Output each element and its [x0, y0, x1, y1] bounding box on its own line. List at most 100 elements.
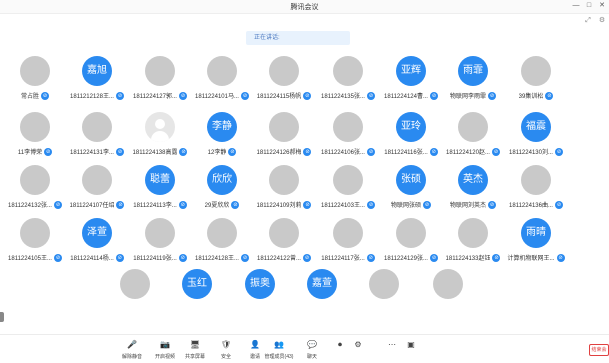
avatar: [269, 112, 299, 142]
avatar: [145, 56, 175, 86]
participant-tile[interactable]: 1811224115杨帆 ⊘: [253, 56, 315, 112]
participant-label: 物联网刘英杰 ⊘: [440, 200, 506, 209]
participant-tile[interactable]: 英杰 物联网刘英杰 ⊘: [442, 165, 504, 221]
toolbar-label: 聊天: [306, 354, 317, 360]
chat-button[interactable]: 💬 聊天: [297, 340, 327, 360]
participant-name: 39集训松: [518, 94, 544, 100]
participant-tile[interactable]: 1811224117张... ⊘: [317, 218, 379, 274]
participant-tile[interactable]: 1811224135张... ⊘: [317, 56, 379, 112]
layout-button[interactable]: ▣: [396, 340, 426, 350]
participant-tile[interactable]: 亚玲 1811224116张... ⊘: [380, 112, 442, 168]
participant-name: 1811224105王...: [8, 256, 52, 262]
mic-muted-icon: ⊘: [488, 200, 496, 209]
participant-tile[interactable]: 雨霏 物联网李雨霏 ⊘: [442, 56, 504, 112]
participant-tile[interactable]: 李静 12李静 ⊘: [191, 112, 253, 168]
fullscreen-icon[interactable]: ⤢: [583, 16, 593, 26]
speaking-indicator: 正在讲话:: [246, 31, 350, 45]
participant-tile[interactable]: 1811224128王... ⊘: [191, 218, 253, 274]
participant-tile[interactable]: 1811224119张... ⊘: [129, 218, 191, 274]
participant-name: 1811224103王...: [321, 203, 365, 209]
participant-name: 常占胜: [20, 94, 39, 100]
participant-tile[interactable]: 1811224138高露 ⊘: [129, 112, 191, 168]
participant-tile[interactable]: 1811224106张... ⊘: [317, 112, 379, 168]
maximize-button[interactable]: □: [584, 1, 594, 11]
participant-tile[interactable]: [104, 269, 166, 325]
participant-tile[interactable]: 1811224131李... ⊘: [66, 112, 128, 168]
participant-tile[interactable]: 福震 1811224130刘... ⊘: [505, 112, 567, 168]
settings-button[interactable]: ⚙: [343, 340, 373, 350]
mic-muted-icon: ⊘: [366, 200, 375, 209]
participant-tile[interactable]: 11李博荣 ⊘: [4, 112, 66, 168]
unmute-button[interactable]: 🎤 解除静音: [117, 340, 147, 360]
mic-muted-icon: ⊘: [44, 147, 53, 156]
mic-muted-icon: ⊘: [115, 253, 124, 262]
avatar: [521, 56, 551, 86]
participant-label: 1811224129张... ⊘: [378, 253, 444, 262]
mic-muted-icon: ⊘: [492, 253, 501, 262]
security-button[interactable]: 🛡 安全: [211, 340, 241, 360]
participant-label: 29夏欣欣 ⊘: [189, 200, 255, 209]
invite-icon: 👤: [250, 340, 260, 349]
mic-muted-icon: ⊘: [53, 253, 62, 262]
avatar: [20, 112, 50, 142]
participant-tile[interactable]: 欣欣 29夏欣欣 ⊘: [191, 165, 253, 221]
mic-muted-icon: ⊘: [178, 253, 187, 262]
minimize-button[interactable]: —: [571, 1, 581, 11]
participant-tile[interactable]: 振奥: [229, 269, 291, 325]
participant-tile[interactable]: 1811224129张... ⊘: [380, 218, 442, 274]
participant-tile[interactable]: 泽萱 1811224114杨... ⊘: [66, 218, 128, 274]
participant-tile[interactable]: 1811224109刘莉 ⊘: [253, 165, 315, 221]
avatar: [269, 165, 299, 195]
participant-label: 1811224138高露 ⊘: [127, 147, 193, 156]
avatar: [145, 218, 175, 248]
mic-muted-icon: ⊘: [303, 200, 312, 209]
mic-muted-icon: ⊘: [179, 147, 188, 156]
participant-tile[interactable]: 1811224133赵钰 ⊘: [442, 218, 504, 274]
participant-name: 1811224129张...: [384, 256, 428, 262]
participant-tile[interactable]: 常占胜 ⊘: [4, 56, 66, 112]
participant-label: 1811224107任绍 ⊘: [64, 200, 130, 209]
end-meeting-button[interactable]: 结束会议: [589, 344, 609, 356]
toolbar-label: 共享屏幕: [184, 354, 205, 360]
mic-muted-icon: ⊘: [178, 91, 187, 100]
participant-name: 1811224119张...: [133, 256, 177, 262]
participant-tile[interactable]: 亚辉 1811224124曹... ⊘: [380, 56, 442, 112]
participant-tile[interactable]: 39集训松 ⊘: [505, 56, 567, 112]
participant-tile[interactable]: 1811224126郝梅 ⊘: [253, 112, 315, 168]
participant-tile[interactable]: 1811224122曾... ⊘: [253, 218, 315, 274]
layout-icon: ▣: [407, 340, 415, 349]
participant-name: 1811224127郭...: [133, 94, 177, 100]
participant-tile[interactable]: 雨晴 计算机物联网王... ⊘: [505, 218, 567, 274]
participant-tile[interactable]: 1811224107任绍 ⊘: [66, 165, 128, 221]
side-panel-handle[interactable]: [0, 312, 4, 322]
close-button[interactable]: ✕: [597, 1, 607, 11]
share-screen-button[interactable]: 🖥 共享屏幕: [180, 340, 210, 360]
participant-tile[interactable]: 1811224127郭... ⊘: [129, 56, 191, 112]
participant-tile[interactable]: 1811224120赵... ⊘: [442, 112, 504, 168]
participant-tile[interactable]: 玉红: [166, 269, 228, 325]
participant-tile[interactable]: 1811224103王... ⊘: [317, 165, 379, 221]
participant-tile[interactable]: [353, 269, 415, 325]
participant-tile[interactable]: 聪蕾 1811224113李... ⊘: [129, 165, 191, 221]
participant-tile[interactable]: 张硕 物联网张硕 ⊘: [380, 165, 442, 221]
participant-name: 11李博荣: [17, 150, 43, 156]
participant-label: 计算机物联网王... ⊘: [503, 253, 569, 262]
participant-tile[interactable]: 1811224136曲... ⊘: [505, 165, 567, 221]
participant-tile[interactable]: 1811224101马... ⊘: [191, 56, 253, 112]
participant-name: 1811224132张...: [8, 203, 52, 209]
participant-label: 1811224113李... ⊘: [127, 200, 193, 209]
participant-name: 1811224117张...: [321, 256, 365, 262]
participant-tile[interactable]: 嘉旭 1811212128王... ⊘: [66, 56, 128, 112]
gear-icon[interactable]: ⚙: [597, 16, 607, 26]
participant-tile[interactable]: 1811224132张... ⊘: [4, 165, 66, 221]
shield-icon: 🛡: [221, 340, 232, 349]
participant-tile[interactable]: 1811224105王... ⊘: [4, 218, 66, 274]
avatar: 聪蕾: [145, 165, 175, 195]
participant-label: 1811224132张... ⊘: [2, 200, 68, 209]
participant-tile[interactable]: [417, 269, 479, 325]
participant-name: 物联网张硕: [390, 203, 421, 209]
participant-tile[interactable]: 嘉萱: [291, 269, 353, 325]
avatar: 亚辉: [396, 56, 426, 86]
start-video-button[interactable]: 📷 开启视频: [150, 340, 180, 360]
manage-members-button[interactable]: 👥 管理成员(43): [264, 340, 294, 360]
